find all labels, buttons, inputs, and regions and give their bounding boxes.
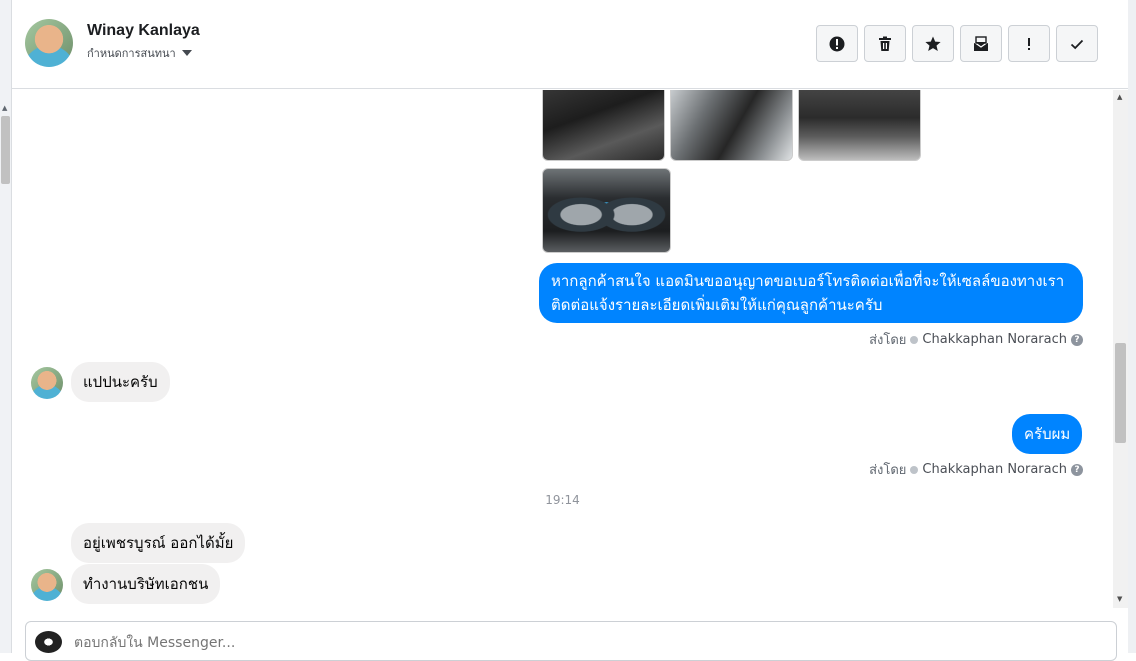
outgoing-message-bubble[interactable]: ครับผม	[1012, 414, 1083, 454]
incoming-message-bubble[interactable]: ทำงานบริษัทเอกชน	[71, 564, 221, 604]
verified-tick-icon	[910, 465, 919, 474]
timestamp-separator: 19:14	[545, 493, 580, 507]
agent-name-link[interactable]: Chakkaphan Norarach	[922, 462, 1067, 477]
help-icon[interactable]: ?	[1071, 463, 1083, 476]
reply-input[interactable]	[74, 630, 1074, 656]
attached-photo-rear-seats[interactable]	[798, 90, 921, 161]
assign-conversation-dropdown[interactable]: กำหนดการสนทนา	[87, 44, 192, 62]
mark-unread-icon	[973, 35, 989, 51]
caret-down-icon	[181, 50, 192, 56]
outgoing-message-bubble[interactable]: หากลูกค้าสนใจ แอดมินขออนุญาตขอเบอร์โทรติ…	[539, 263, 1083, 323]
sent-by-label: ส่งโดย	[869, 333, 907, 348]
contact-avatar[interactable]	[25, 19, 73, 67]
help-icon[interactable]: ?	[1071, 333, 1083, 346]
message-text-line-1: หากลูกค้าสนใจ แอดมินขออนุญาตขอเบอร์โทรติ…	[551, 272, 1065, 290]
star-button[interactable]	[912, 25, 954, 62]
right-edge-panel	[1128, 0, 1136, 653]
conversation-header: Winay Kanlaya กำหนดการสนทนา	[12, 0, 1128, 89]
message-text: แปปนะครับ	[83, 373, 158, 391]
delete-button[interactable]	[864, 25, 906, 62]
done-button[interactable]	[1056, 25, 1098, 62]
message-text: อยู่เพชรบูรณ์ ออกได้มั้ย	[83, 534, 234, 552]
attached-photo-dashboard[interactable]	[542, 168, 671, 253]
attached-photo-gear-shifter[interactable]	[542, 90, 665, 161]
message-text-line-2: ติดต่อแจ้งรายละเอียดเพิ่มเติมให้แก่คุณลู…	[551, 296, 883, 314]
message-thread[interactable]: หากลูกค้าสนใจ แอดมินขออนุญาตขอเบอร์โทรติ…	[12, 90, 1113, 608]
alert-icon	[829, 36, 845, 51]
thread-scrollbar[interactable]: ▲ ▼	[1113, 90, 1128, 608]
contact-avatar-small[interactable]	[31, 569, 63, 601]
message-text: ครับผม	[1024, 425, 1071, 443]
incoming-message-bubble[interactable]: อยู่เพชรบูรณ์ ออกได้มั้ย	[71, 523, 246, 563]
scroll-down-arrow-icon[interactable]: ▼	[1117, 595, 1122, 603]
scroll-up-arrow-icon[interactable]: ▲	[2, 104, 7, 112]
assign-conversation-label: กำหนดการสนทนา	[87, 47, 176, 60]
left-scrollbar-thumb[interactable]	[1, 116, 10, 184]
star-icon	[925, 36, 941, 51]
conversation-toolbar	[816, 25, 1098, 62]
contact-avatar-small[interactable]	[31, 367, 63, 399]
check-icon	[1070, 39, 1084, 49]
sent-by-attribution: ส่งโดย Chakkaphan Norarach ?	[869, 329, 1083, 350]
follow-up-button[interactable]	[1008, 25, 1050, 62]
left-panel-scrollbar[interactable]: ▲	[0, 0, 12, 653]
scroll-up-arrow-icon[interactable]: ▲	[1117, 93, 1122, 101]
verified-tick-icon	[910, 335, 919, 344]
sent-by-attribution: ส่งโดย Chakkaphan Norarach ?	[869, 459, 1083, 480]
exclamation-icon	[1028, 37, 1030, 50]
reply-composer[interactable]	[25, 621, 1117, 661]
sent-by-label: ส่งโดย	[869, 463, 907, 478]
page-logo-icon	[35, 631, 62, 653]
incoming-message-bubble[interactable]: แปปนะครับ	[71, 362, 170, 402]
contact-name[interactable]: Winay Kanlaya	[87, 22, 200, 40]
agent-name-link[interactable]: Chakkaphan Norarach	[922, 332, 1067, 347]
trash-icon	[879, 36, 891, 51]
thread-scrollbar-thumb[interactable]	[1115, 343, 1126, 443]
mark-unread-button[interactable]	[960, 25, 1002, 62]
mark-spam-button[interactable]	[816, 25, 858, 62]
attached-photo-front-seats[interactable]	[670, 90, 793, 161]
message-text: ทำงานบริษัทเอกชน	[83, 575, 209, 593]
